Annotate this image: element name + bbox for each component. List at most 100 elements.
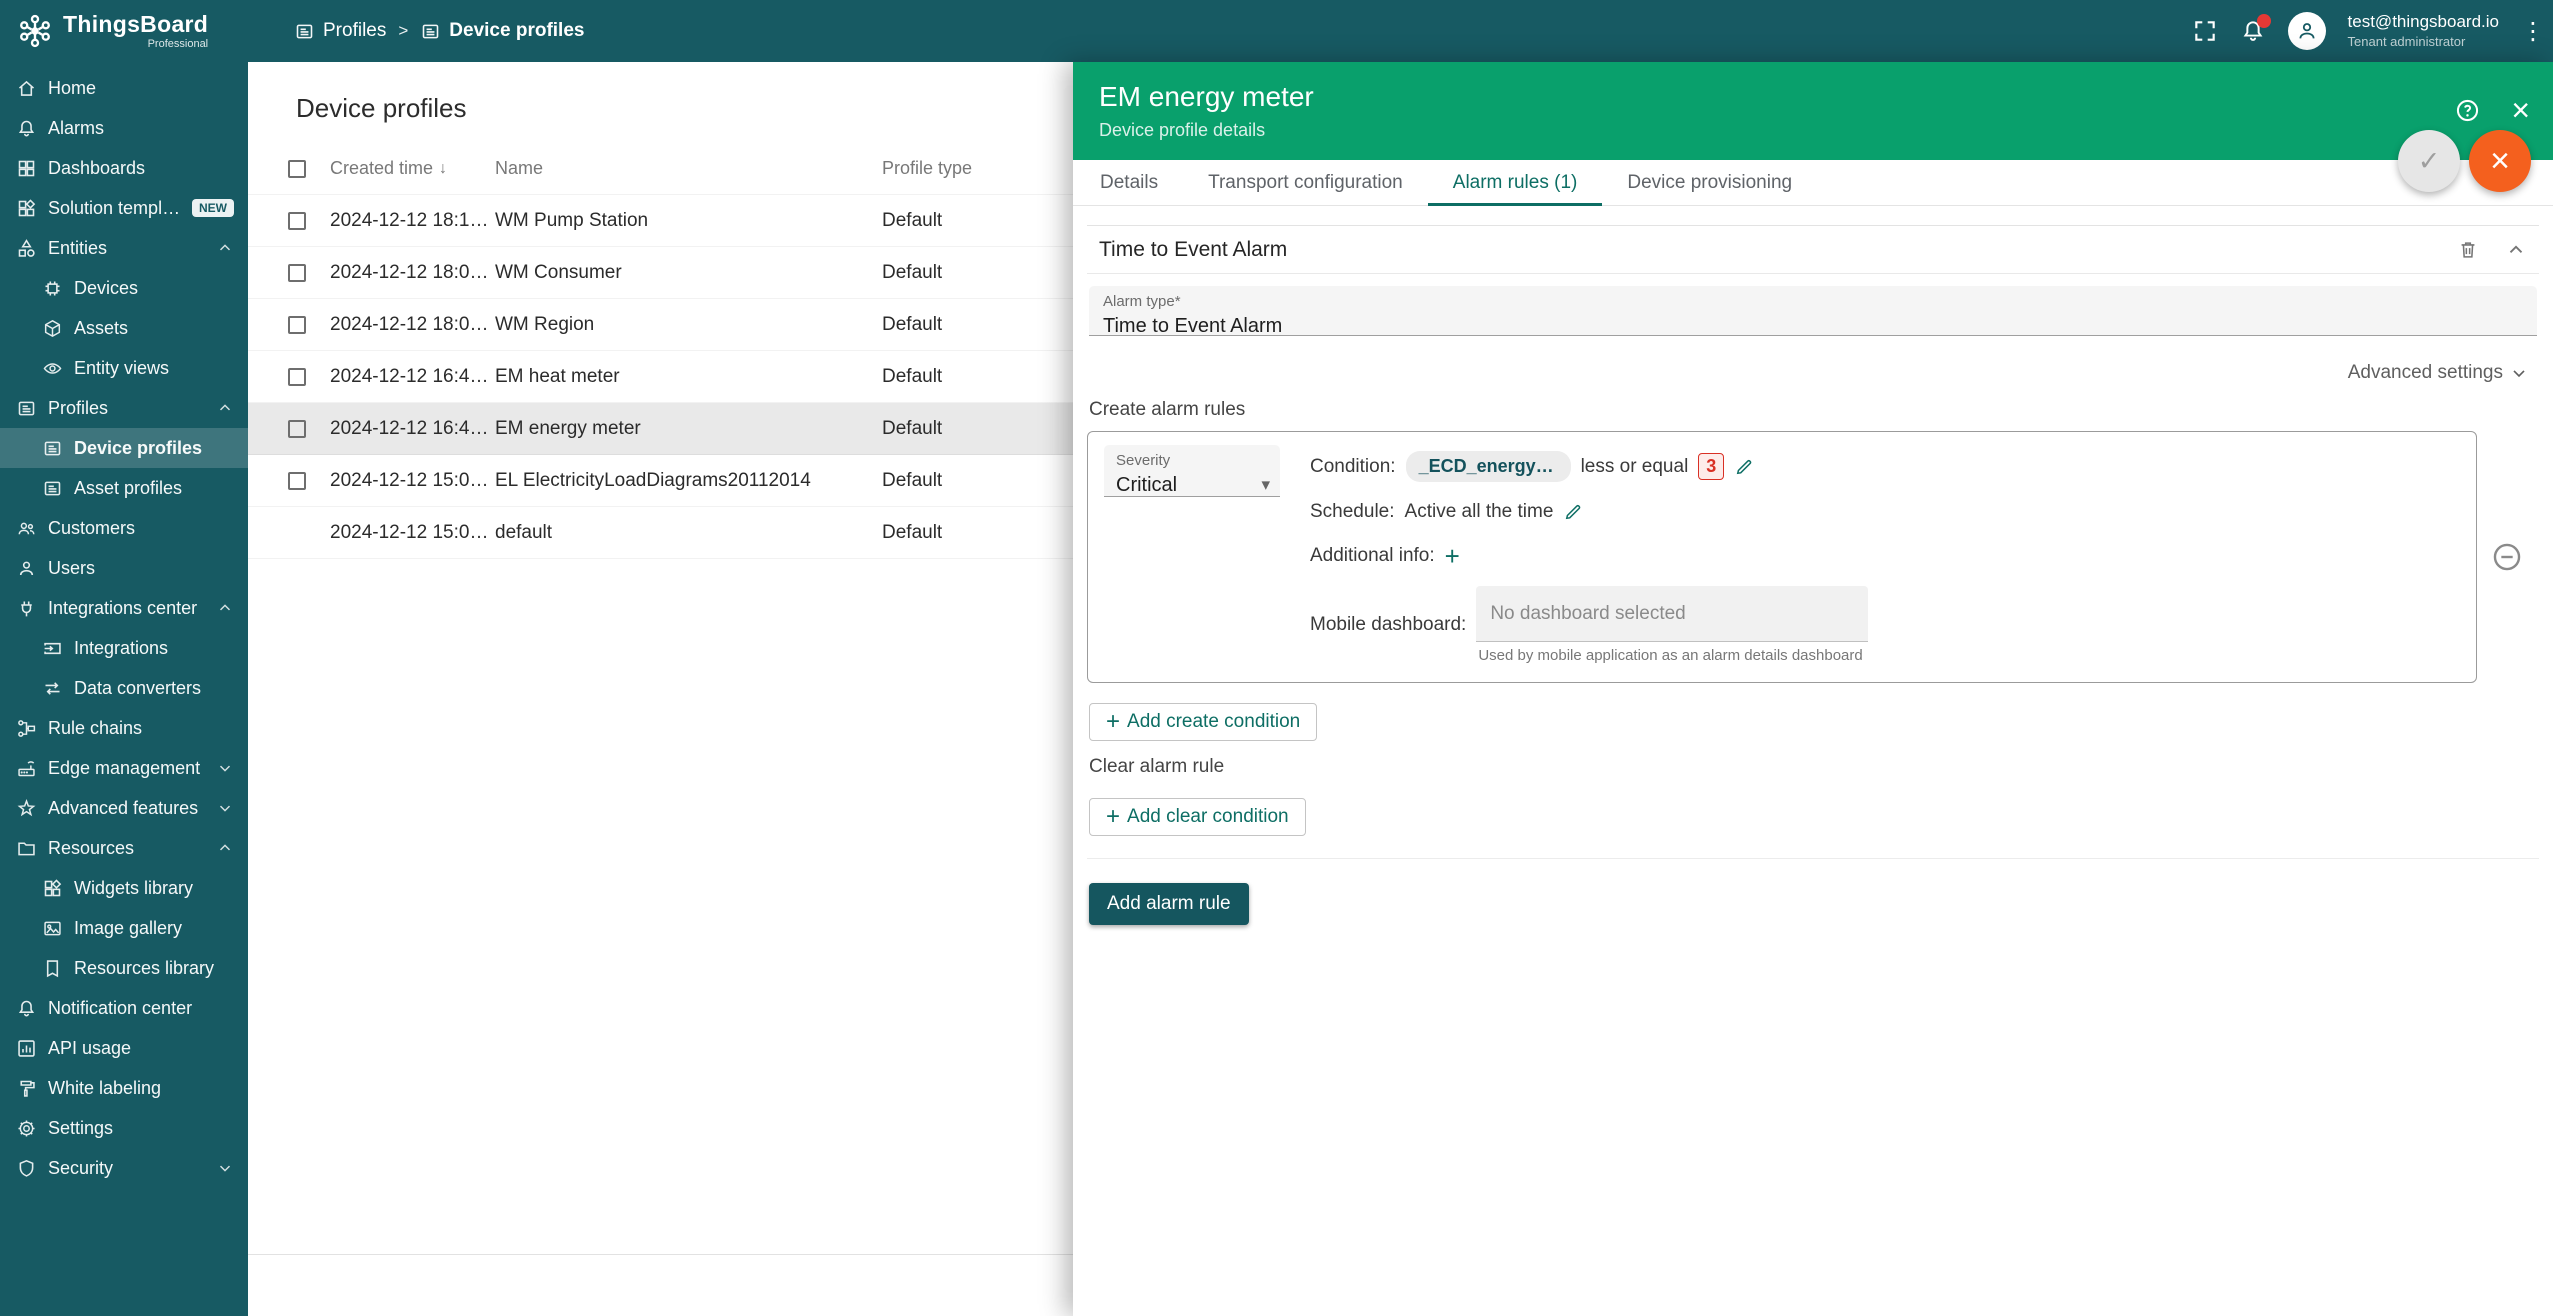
edge-management-icon <box>16 758 37 779</box>
sidebar-item-entity-views[interactable]: Entity views <box>0 348 248 388</box>
sidebar-item-integrations-center[interactable]: Integrations center <box>0 588 248 628</box>
row-checkbox[interactable] <box>288 368 306 386</box>
plus-icon: + <box>1106 807 1120 827</box>
column-name[interactable]: Name <box>495 158 882 179</box>
create-alarm-rules-label: Create alarm rules <box>1087 399 2539 421</box>
customers-icon <box>16 518 37 539</box>
tab-details[interactable]: Details <box>1075 160 1183 205</box>
condition-key-chip[interactable]: _ECD_energy_cons… <box>1406 451 1571 482</box>
brand-edition: Professional <box>148 38 209 50</box>
advanced-settings-toggle[interactable]: Advanced settings <box>2348 362 2529 384</box>
severity-label: Severity <box>1116 453 1270 470</box>
breadcrumb-profiles[interactable]: Profiles <box>294 20 386 42</box>
add-create-condition-button[interactable]: + Add create condition <box>1089 703 1317 741</box>
sidebar-item-devices[interactable]: Devices <box>0 268 248 308</box>
sidebar-item-customers[interactable]: Customers <box>0 508 248 548</box>
user-menu[interactable]: test@thingsboard.io Tenant administrator <box>2348 12 2499 50</box>
row-checkbox[interactable] <box>288 264 306 282</box>
row-checkbox[interactable] <box>288 472 306 490</box>
help-icon <box>2454 97 2481 124</box>
avatar[interactable] <box>2288 12 2326 50</box>
user-icon <box>2295 19 2319 43</box>
sidebar-item-api-usage[interactable]: API usage <box>0 1028 248 1068</box>
resources-icon <box>16 838 37 859</box>
rule-fields: Condition: _ECD_energy_cons… less or equ… <box>1310 445 2460 664</box>
delete-alarm-button[interactable] <box>2457 239 2479 261</box>
devices-icon <box>42 278 63 299</box>
sidebar-item-advanced-features[interactable]: Advanced features <box>0 788 248 828</box>
settings-gear-icon <box>16 1118 37 1139</box>
sidebar-item-dashboards[interactable]: Dashboards <box>0 148 248 188</box>
panel-subtitle: Device profile details <box>1099 120 1314 141</box>
row-checkbox[interactable] <box>288 316 306 334</box>
brand-name: ThingsBoard <box>63 12 208 36</box>
plus-icon: + <box>1106 712 1120 732</box>
sidebar-item-asset-profiles[interactable]: Asset profiles <box>0 468 248 508</box>
profiles-icon <box>294 21 315 42</box>
app-logo[interactable]: ThingsBoard Professional <box>0 12 248 50</box>
sidebar-item-entities[interactable]: Entities <box>0 228 248 268</box>
remove-rule-button[interactable] <box>2490 540 2524 574</box>
select-all-checkbox[interactable] <box>288 160 306 178</box>
sidebar-item-solution-templates[interactable]: Solution templates NEW <box>0 188 248 228</box>
sidebar-item-widgets-library[interactable]: Widgets library <box>0 868 248 908</box>
sidebar-item-integrations[interactable]: Integrations <box>0 628 248 668</box>
sidebar-item-device-profiles[interactable]: Device profiles <box>0 428 248 468</box>
asset-profiles-icon <box>42 478 63 499</box>
sidebar-item-notification-center[interactable]: Notification center <box>0 988 248 1028</box>
assets-icon <box>42 318 63 339</box>
apply-changes-button[interactable]: ✓ <box>2398 130 2460 192</box>
tab-alarm-rules[interactable]: Alarm rules (1) <box>1428 160 1603 205</box>
chevron-up-icon <box>216 839 234 857</box>
sidebar-item-resources-library[interactable]: Resources library <box>0 948 248 988</box>
discard-changes-button[interactable]: × <box>2469 130 2531 192</box>
mobile-dashboard-input[interactable] <box>1476 586 1868 642</box>
chevron-down-icon <box>216 759 234 777</box>
sidebar-item-resources[interactable]: Resources <box>0 828 248 868</box>
widgets-library-icon <box>42 878 63 899</box>
severity-select[interactable]: Severity Critical ▾ <box>1104 445 1280 497</box>
close-panel-button[interactable]: × <box>2511 97 2530 123</box>
sidebar-item-settings[interactable]: Settings <box>0 1108 248 1148</box>
more-menu-icon[interactable]: ⋮ <box>2521 17 2539 46</box>
help-button[interactable] <box>2454 97 2481 124</box>
rule-chains-icon <box>16 718 37 739</box>
sidebar-item-alarms[interactable]: Alarms <box>0 108 248 148</box>
minus-circle-icon <box>2490 540 2524 574</box>
breadcrumb-device-profiles[interactable]: Device profiles <box>420 20 584 42</box>
add-alarm-rule-button[interactable]: Add alarm rule <box>1089 883 1249 925</box>
sidebar-item-image-gallery[interactable]: Image gallery <box>0 908 248 948</box>
sidebar-item-home[interactable]: Home <box>0 68 248 108</box>
sidebar-item-rule-chains[interactable]: Rule chains <box>0 708 248 748</box>
collapse-alarm-button[interactable] <box>2505 239 2527 261</box>
panel-header: EM energy meter Device profile details × <box>1073 62 2553 160</box>
edit-condition-button[interactable] <box>1734 457 1754 477</box>
alarm-type-field[interactable]: Alarm type* Time to Event Alarm <box>1089 286 2537 336</box>
fullscreen-button[interactable] <box>2192 18 2218 44</box>
sidebar-item-assets[interactable]: Assets <box>0 308 248 348</box>
alarm-bell-icon <box>16 118 37 139</box>
sidebar-item-edge-management[interactable]: Edge management <box>0 748 248 788</box>
profiles-icon <box>16 398 37 419</box>
sidebar-item-profiles[interactable]: Profiles <box>0 388 248 428</box>
sidebar-item-security[interactable]: Security <box>0 1148 248 1188</box>
notifications-button[interactable] <box>2240 18 2266 44</box>
row-checkbox[interactable] <box>288 420 306 438</box>
edit-schedule-button[interactable] <box>1563 502 1583 522</box>
add-clear-condition-button[interactable]: + Add clear condition <box>1089 798 1306 836</box>
alarm-type-value: Time to Event Alarm <box>1103 315 2523 337</box>
sidebar-item-data-converters[interactable]: Data converters <box>0 668 248 708</box>
alarm-panel-header[interactable]: Time to Event Alarm <box>1087 226 2539 274</box>
breadcrumb: Profiles > Device profiles <box>294 20 584 42</box>
remove-rule-wrap <box>2477 540 2537 574</box>
row-checkbox[interactable] <box>288 212 306 230</box>
api-usage-icon <box>16 1038 37 1059</box>
tab-device-provisioning[interactable]: Device provisioning <box>1602 160 1817 205</box>
tab-transport-configuration[interactable]: Transport configuration <box>1183 160 1428 205</box>
add-additional-info-button[interactable]: + <box>1445 546 1460 566</box>
plus-icon: + <box>1445 546 1460 566</box>
fullscreen-icon <box>2192 18 2218 44</box>
column-created-time[interactable]: Created time ↓ <box>330 158 495 179</box>
sidebar-item-white-labeling[interactable]: White labeling <box>0 1068 248 1108</box>
sidebar-item-users[interactable]: Users <box>0 548 248 588</box>
